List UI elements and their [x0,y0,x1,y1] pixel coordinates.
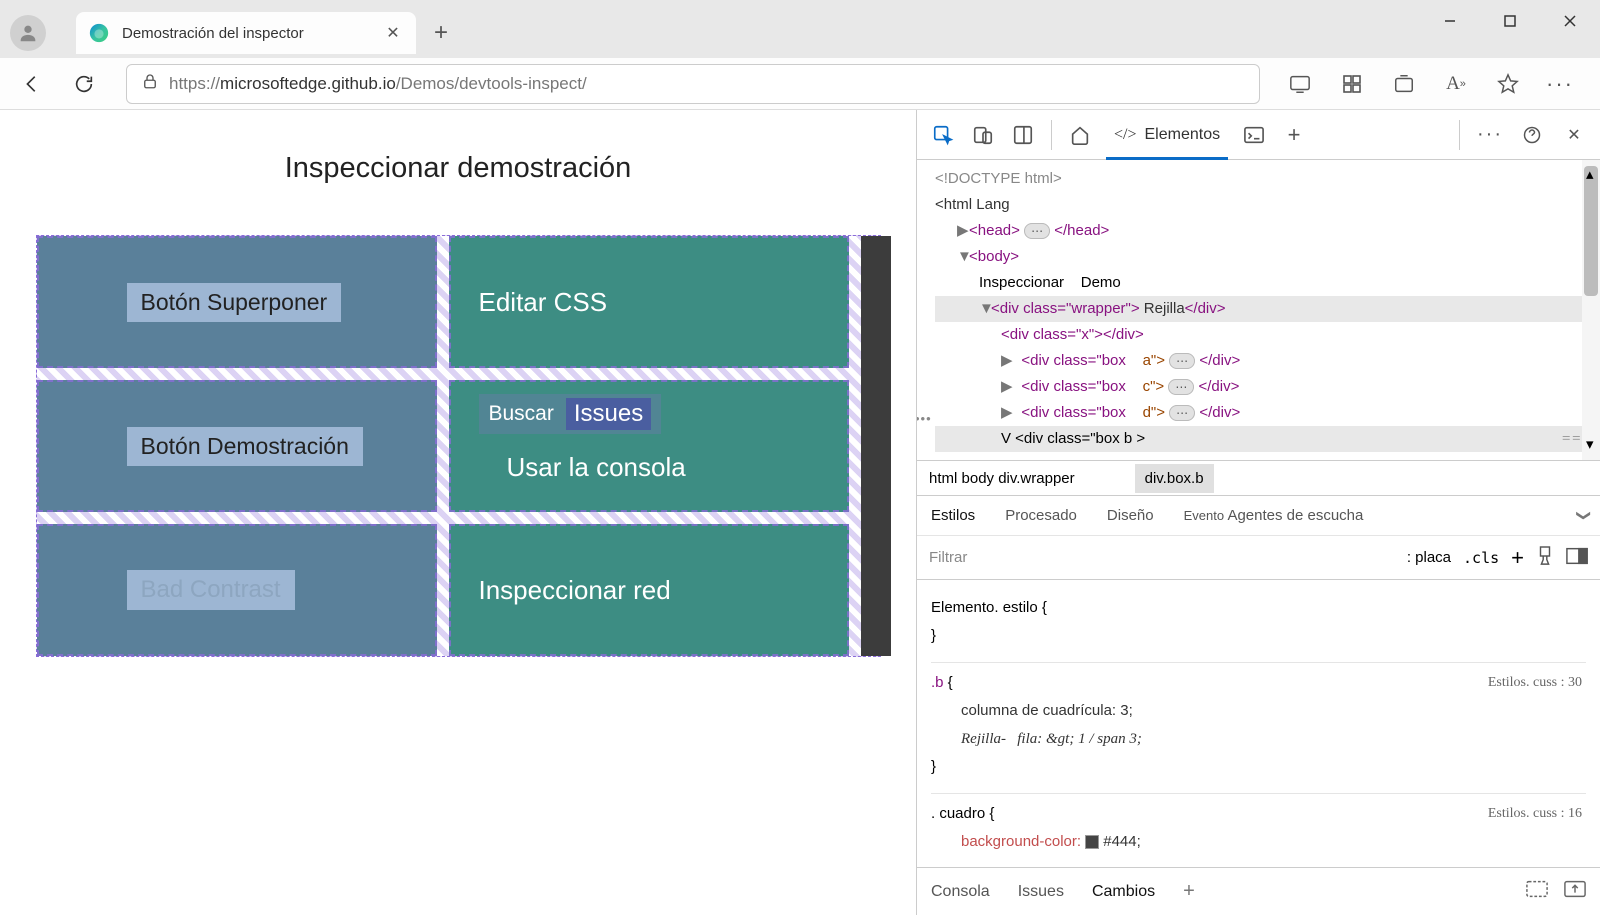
breadcrumb-path[interactable]: html body div.wrapper [929,470,1075,487]
styles-filter-row: Filtrar : placa .cls + [917,536,1600,580]
css-rules-pane[interactable]: Elemento. estilo { } Estilos. cuss : 30 … [917,580,1600,867]
drawer-tab-issues[interactable]: Issues [1018,883,1064,901]
css-prop-bgcolor[interactable]: background-color: #444; [931,828,1586,856]
collections-icon[interactable] [1386,66,1422,102]
user-avatar-icon[interactable] [10,15,46,51]
styles-subtabs: Estilos Procesado Diseño Evento Agentes … [917,496,1600,536]
devtools-panel: </> Elementos + ··· ✕ <!DOCTYPE html> <h… [916,110,1600,915]
inspect-network-link[interactable]: Inspeccionar red [479,575,671,606]
tab-title: Demostración del inspector [122,25,384,42]
grid-cell-demo-button[interactable]: Botón Demostración [37,380,437,512]
grid-cell-search[interactable]: Buscar Issues Usar la consola [449,380,849,512]
refresh-button[interactable] [64,64,104,104]
dom-tree[interactable]: <!DOCTYPE html> <html Lang ▶<head> ⋯ </h… [917,160,1600,460]
grid-cell-editcss[interactable]: Editar CSS [449,236,849,368]
demo-button[interactable]: Botón Demostración [127,427,363,466]
address-bar[interactable]: https://microsoftedge.github.io/Demos/de… [126,64,1260,104]
rule-source-box[interactable]: Estilos. cuss : 16 [1488,800,1582,828]
demo-grid: Botón Superponer Editar CSS Botón Demost… [36,235,881,657]
drawer-expand-icon[interactable] [1564,880,1586,903]
window-controls [1420,0,1600,42]
css-prop-grid-column[interactable]: columna de cuadrícula: 3; [931,697,1586,725]
devtools-more-icon[interactable]: ··· [1472,117,1508,153]
tab-listeners[interactable]: Evento Agentes de escucha [1180,501,1368,530]
extensions-icon[interactable] [1334,66,1370,102]
edit-css-link[interactable]: Editar CSS [479,287,608,318]
browser-titlebar: Demostración del inspector ✕ + [0,0,1600,58]
breadcrumb-current[interactable]: div.box.b [1135,464,1214,493]
devtools-toolbar: </> Elementos + ··· ✕ [917,110,1600,160]
address-bar-actions: A» ··· [1282,66,1588,102]
css-prop-grid-row[interactable]: Rejilla- fila: &gt; 1 / span 3; [931,725,1586,753]
close-tab-button[interactable]: ✕ [384,24,402,42]
dom-scrollbar[interactable]: ▴ ▾ [1582,160,1600,460]
drawer-tab-changes[interactable]: Cambios [1092,883,1155,901]
grid-cell-inspect-net[interactable]: Inspeccionar red [449,524,849,656]
maximize-button[interactable] [1480,0,1540,42]
chevron-right-icon[interactable]: ❯ [1576,510,1593,522]
elements-icon: </> [1114,126,1137,144]
drawer-add-tab[interactable]: + [1183,880,1195,903]
hov-toggle[interactable]: : placa [1407,549,1451,566]
grid-cell-overlay[interactable]: Botón Superponer [37,236,437,368]
tab-styles[interactable]: Estilos [927,501,979,530]
favorites-icon[interactable] [1490,66,1526,102]
cls-toggle[interactable]: .cls [1463,549,1499,567]
devtools-drawer: Consola Issues Cambios + [917,867,1600,915]
use-console-link[interactable]: Usar la consola [507,452,686,482]
elements-tab[interactable]: </> Elementos [1102,110,1232,160]
overlay-button[interactable]: Botón Superponer [127,283,342,322]
help-icon[interactable] [1514,117,1550,153]
dom-breadcrumb[interactable]: html body div.wrapper div.box.b [917,460,1600,496]
tab-layout[interactable]: Diseño [1103,501,1158,530]
device-toggle-icon[interactable] [965,117,1001,153]
more-icon[interactable]: ··· [1542,66,1578,102]
welcome-tab-icon[interactable] [1062,117,1098,153]
tab-computed[interactable]: Procesado [1001,501,1081,530]
issues-link[interactable]: Issues [566,398,651,430]
drawer-issues-icon[interactable] [1526,880,1548,903]
address-bar-row: https://microsoftedge.github.io/Demos/de… [0,58,1600,110]
filter-input[interactable]: Filtrar [929,549,1395,566]
computed-toggle-icon[interactable] [1566,547,1588,569]
minimize-button[interactable] [1420,0,1480,42]
element-style-label[interactable]: Elemento. estilo { [931,594,1586,622]
search-label: Buscar [489,402,554,426]
read-aloud-icon[interactable]: A» [1438,66,1474,102]
content-area: Inspeccionar demostración Botón Superpon… [0,110,1600,915]
bad-contrast-button[interactable]: Bad Contrast [127,570,295,610]
drawer-tab-console[interactable]: Consola [931,883,990,901]
dock-side-icon[interactable] [1005,117,1041,153]
screencast-icon[interactable] [1282,66,1318,102]
close-window-button[interactable] [1540,0,1600,42]
paint-brush-icon[interactable] [1536,546,1554,570]
new-tab-button[interactable]: + [434,19,448,47]
webpage-viewport: Inspeccionar demostración Botón Superpon… [0,110,916,915]
lock-icon [141,72,159,95]
browser-tab[interactable]: Demostración del inspector ✕ [76,12,416,54]
console-shortcut-icon[interactable] [1236,117,1272,153]
url-text: https://microsoftedge.github.io/Demos/de… [169,74,587,94]
inspect-tool-icon[interactable] [925,117,961,153]
close-devtools-button[interactable]: ✕ [1556,117,1592,153]
page-heading: Inspeccionar demostración [18,152,898,185]
add-tab-icon[interactable]: + [1276,117,1312,153]
edge-logo-icon [88,22,110,44]
back-button[interactable] [12,64,52,104]
rule-source-b[interactable]: Estilos. cuss : 30 [1488,669,1582,697]
grid-cell-bad-contrast[interactable]: Bad Contrast [37,524,437,656]
new-rule-icon[interactable]: + [1511,545,1524,571]
grid-dark-bar [861,236,891,656]
elements-tab-label: Elementos [1145,126,1221,144]
